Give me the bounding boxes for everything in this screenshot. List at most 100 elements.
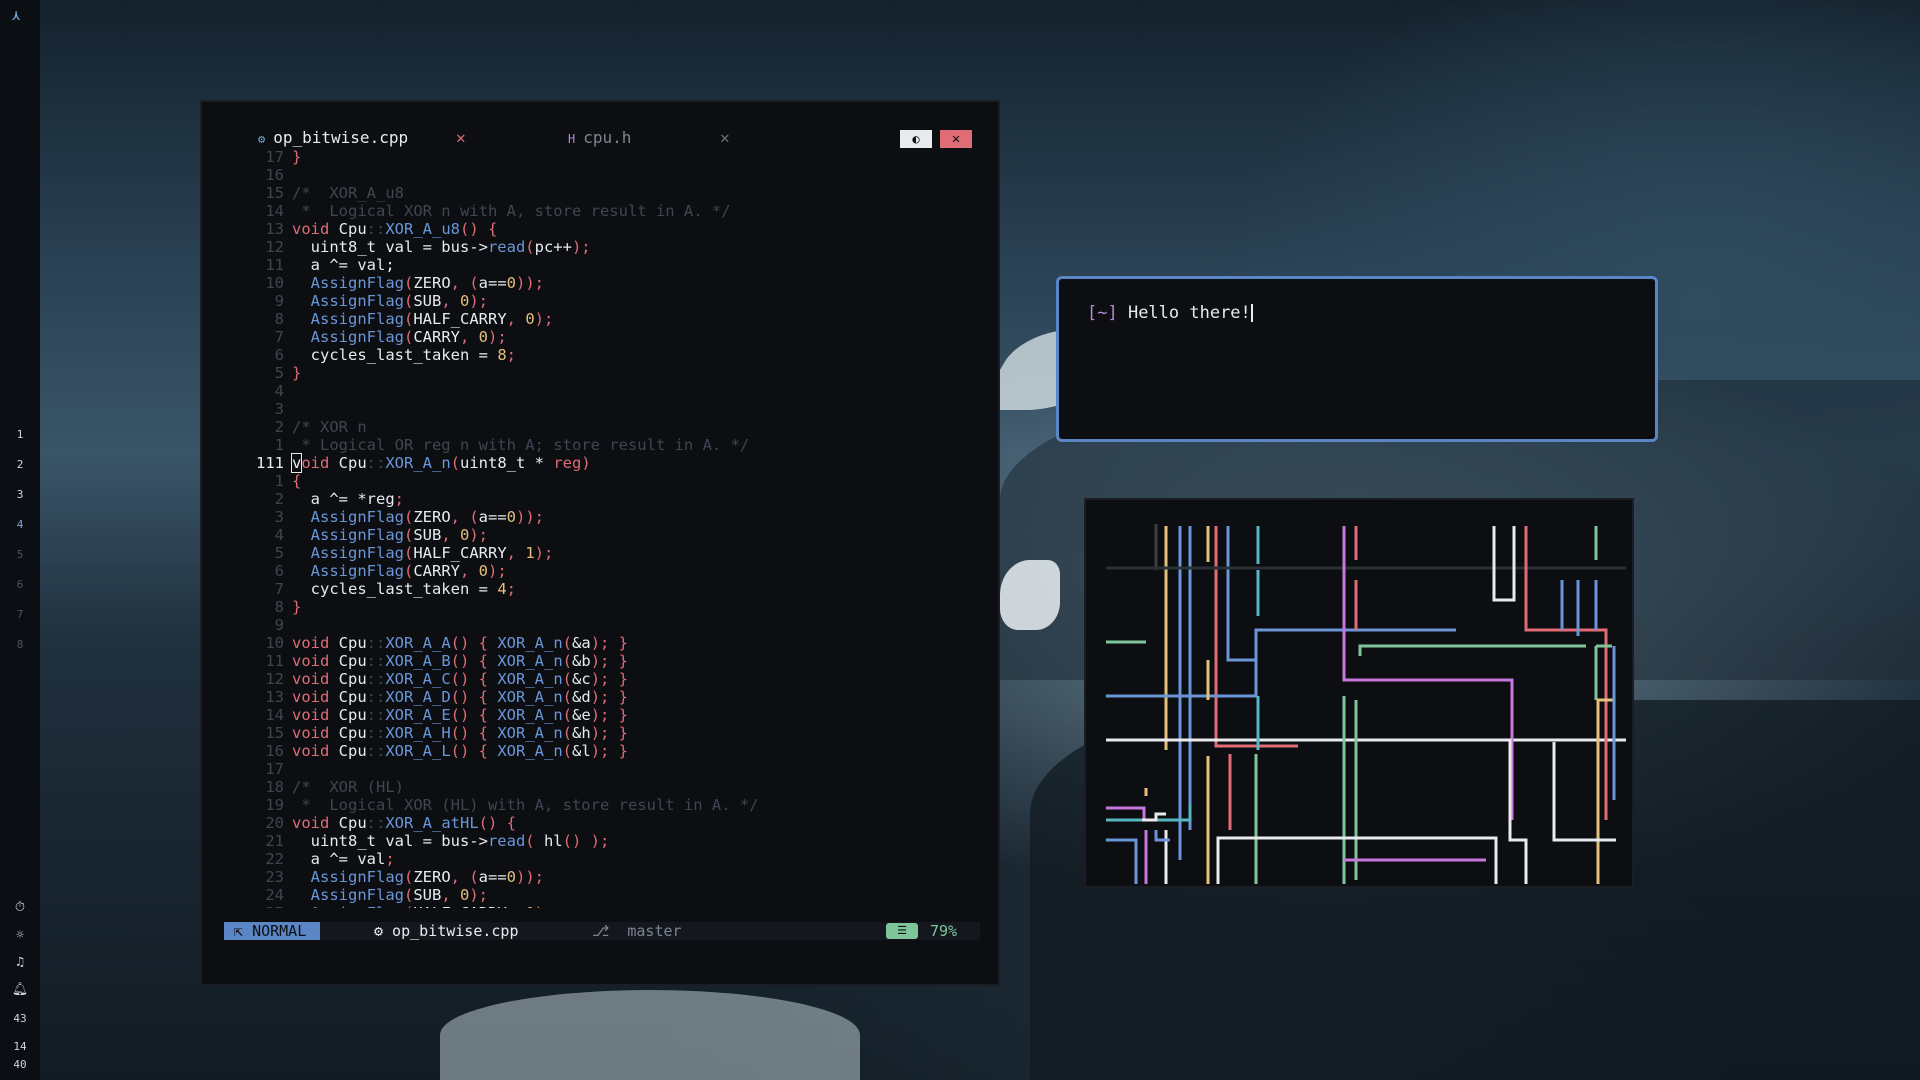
line-number: 15 <box>265 184 284 202</box>
headphones-icon[interactable]: ♫ <box>0 955 40 970</box>
code-line[interactable]: 17 <box>224 760 984 778</box>
brightness-icon[interactable]: ☼ <box>0 928 40 943</box>
code-token: AssignFlag <box>292 310 404 328</box>
code-token: ( <box>404 904 413 908</box>
code-line[interactable]: 10 AssignFlag(ZERO, (a==0)); <box>224 274 984 292</box>
code-token: Cpu <box>338 814 367 832</box>
line-number: 12 <box>265 670 284 688</box>
code-line[interactable]: 19 * Logical XOR (HL) with A, store resu… <box>224 796 984 814</box>
code-line[interactable]: 2 a ^= *reg; <box>224 490 984 508</box>
code-line[interactable]: 20 void Cpu::XOR_A_atHL() { <box>224 814 984 832</box>
code-line[interactable]: 22 a ^= val; <box>224 850 984 868</box>
code-buffer[interactable]: 17} 16 15/* XOR_A_u8 14 * Logical XOR n wit… <box>224 148 984 908</box>
code-line[interactable]: 1 * Logical OR reg n with A; store resul… <box>224 436 984 454</box>
line-number: 23 <box>265 868 284 886</box>
code-line[interactable]: 18 /* XOR (HL) <box>224 778 984 796</box>
code-line[interactable]: 11 a ^= val; <box>224 256 984 274</box>
workspace-8[interactable]: 8 <box>0 638 40 651</box>
code-line[interactable]: 12 void Cpu::XOR_A_C() { XOR_A_n(&c); } <box>224 670 984 688</box>
code-line[interactable]: 25 AssignFlag(HALF_CARRY, 0); <box>224 904 984 908</box>
workspace-3[interactable]: 3 <box>0 488 40 501</box>
code-line[interactable]: 10 void Cpu::XOR_A_A() { XOR_A_n(&a); } <box>224 634 984 652</box>
line-content: /* XOR n <box>292 418 367 436</box>
workspace-7[interactable]: 7 <box>0 608 40 621</box>
workspace-5[interactable]: 5 <box>0 548 40 561</box>
workspace-2[interactable]: 2 <box>0 458 40 471</box>
code-line[interactable]: 7 cycles_last_taken = 4; <box>224 580 984 598</box>
line-content: void Cpu::XOR_A_n(uint8_t * reg) <box>290 453 591 473</box>
terminal-prompt-line[interactable]: [~] Hello there! <box>1087 303 1253 323</box>
code-line[interactable]: 3 AssignFlag(ZERO, (a==0)); <box>224 508 984 526</box>
settings-file-icon: ⚙ <box>258 132 266 146</box>
code-line[interactable]: 5} <box>224 364 984 382</box>
code-line[interactable]: 15 /* XOR_A_u8 <box>224 184 984 202</box>
code-token: ); <box>534 544 554 562</box>
code-line[interactable]: 6 AssignFlag(CARRY, 0); <box>224 562 984 580</box>
code-line[interactable]: 111 void Cpu::XOR_A_n(uint8_t * reg) <box>224 453 984 473</box>
code-token: ( <box>525 832 544 850</box>
code-line[interactable]: 5 AssignFlag(HALF_CARRY, 1); <box>224 544 984 562</box>
code-line[interactable]: 2 /* XOR n <box>224 418 984 436</box>
line-content: void Cpu::XOR_A_atHL() { <box>292 814 516 832</box>
code-token: XOR_A_n <box>497 652 563 670</box>
code-line[interactable]: 11 void Cpu::XOR_A_B() { XOR_A_n(&b); } <box>224 652 984 670</box>
code-token: ZERO <box>413 868 451 886</box>
tab-close-button[interactable]: ✕ <box>720 128 730 147</box>
theme-toggle-button[interactable]: ◐ <box>900 130 932 148</box>
code-line[interactable]: 14 * Logical XOR n with A, store result … <box>224 202 984 220</box>
code-line[interactable]: 13 void Cpu::XOR_A_u8() { <box>224 220 984 238</box>
terminal-input[interactable]: Hello there! <box>1118 303 1251 323</box>
code-line[interactable]: 17} <box>224 148 984 166</box>
code-line[interactable]: 13 void Cpu::XOR_A_D() { XOR_A_n(&d); } <box>224 688 984 706</box>
clock-hour: 14 <box>13 1040 27 1053</box>
code-line[interactable]: 8 AssignFlag(HALF_CARRY, 0); <box>224 310 984 328</box>
window-close-button[interactable]: ✕ <box>940 130 972 148</box>
code-line[interactable]: 9 <box>224 616 984 634</box>
code-line[interactable]: 4 <box>224 382 984 400</box>
tab-cpu-h[interactable]: Hcpu.h <box>568 128 631 147</box>
code-line[interactable]: 16 <box>224 166 984 184</box>
tab-close-button[interactable]: ✕ <box>456 128 466 147</box>
clock-icon[interactable]: ⏱ <box>0 900 40 915</box>
code-token: )); <box>516 508 544 526</box>
code-line[interactable]: 6 cycles_last_taken = 8; <box>224 346 984 364</box>
code-line[interactable]: 9 AssignFlag(SUB, 0); <box>224 292 984 310</box>
code-line[interactable]: 8} <box>224 598 984 616</box>
code-line[interactable]: 15 void Cpu::XOR_A_H() { XOR_A_n(&h); } <box>224 724 984 742</box>
code-token: void <box>292 742 339 760</box>
workspace-6[interactable]: 6 <box>0 578 40 591</box>
terminal-window[interactable]: [~] Hello there! <box>1056 276 1658 442</box>
code-line[interactable]: 7 AssignFlag(CARRY, 0); <box>224 328 984 346</box>
code-line[interactable]: 16 void Cpu::XOR_A_L() { XOR_A_n(&l); } <box>224 742 984 760</box>
workspace-1[interactable]: 1 <box>0 428 40 441</box>
line-number: 11 <box>265 256 284 274</box>
line-content: AssignFlag(HALF_CARRY, 1); <box>292 544 554 562</box>
launcher-icon[interactable]: ⋏ <box>12 8 20 24</box>
scroll-position-icon: ☰ <box>886 923 918 939</box>
line-number: 3 <box>274 508 284 526</box>
code-token: () { <box>450 724 498 742</box>
code-token: AssignFlag <box>292 526 404 544</box>
code-line[interactable]: 14 void Cpu::XOR_A_E() { XOR_A_n(&e); } <box>224 706 984 724</box>
workspace-4[interactable]: 4 <box>0 518 40 531</box>
code-line[interactable]: 24 AssignFlag(SUB, 0); <box>224 886 984 904</box>
line-content: * Logical XOR n with A, store result in … <box>292 202 730 220</box>
code-token: XOR_A_H <box>385 724 451 742</box>
code-line[interactable]: 12 uint8_t val = bus->read(pc++); <box>224 238 984 256</box>
code-token: a== <box>478 868 507 886</box>
code-token: XOR_A_atHL <box>385 814 479 832</box>
code-line[interactable]: 23 AssignFlag(ZERO, (a==0)); <box>224 868 984 886</box>
code-token: ( <box>562 724 573 742</box>
code-line[interactable]: 4 AssignFlag(SUB, 0); <box>224 526 984 544</box>
line-number: 8 <box>274 598 284 616</box>
code-line[interactable]: 21 uint8_t val = bus->read( hl() ); <box>224 832 984 850</box>
bell-icon[interactable]: 🔔︎ <box>0 982 40 997</box>
code-token: , <box>441 526 460 544</box>
code-token: } <box>292 148 302 166</box>
code-token: XOR_A_n <box>497 688 563 706</box>
code-line[interactable]: 3 <box>224 400 984 418</box>
code-line[interactable]: 1{ <box>224 472 984 490</box>
tab-op-bitwise[interactable]: ⚙ op_bitwise.cpp <box>258 128 408 147</box>
code-token: { <box>292 472 302 490</box>
code-token: ); } <box>590 670 629 688</box>
